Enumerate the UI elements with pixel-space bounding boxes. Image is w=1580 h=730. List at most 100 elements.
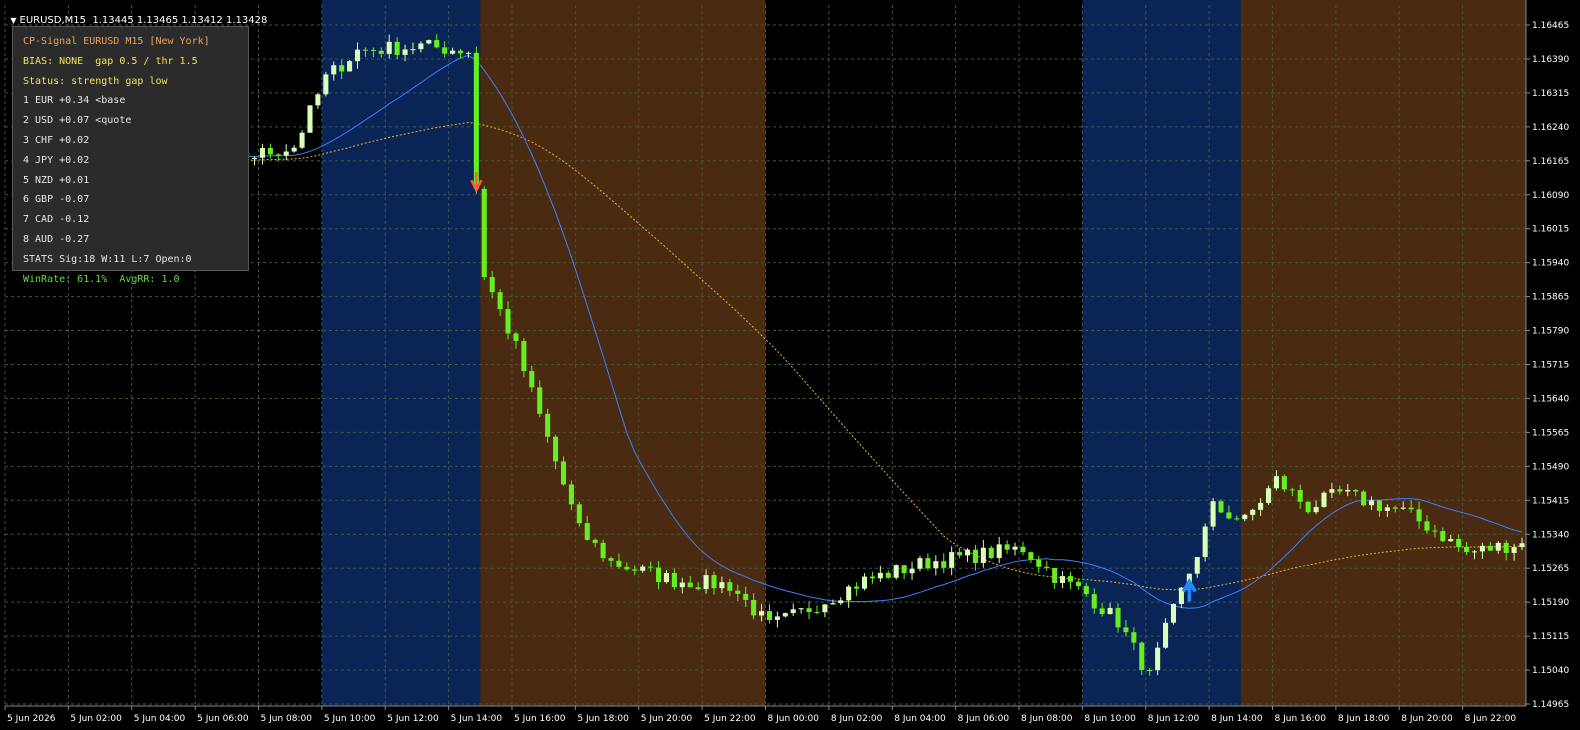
price-label: 1.15190	[1532, 598, 1569, 608]
candle-bull	[909, 568, 915, 574]
candle-bull	[1400, 507, 1406, 509]
candle-bull	[402, 49, 408, 55]
candle-bear	[1432, 530, 1438, 532]
candle-bear	[925, 558, 931, 569]
candle-bear	[711, 575, 717, 589]
candle-bear	[869, 576, 875, 579]
candle-bear	[1139, 642, 1145, 671]
candle-bull	[259, 148, 265, 158]
candle-bear	[529, 371, 535, 388]
candle-bear	[766, 611, 772, 620]
price-label: 1.15265	[1532, 564, 1569, 574]
candle-bear	[1123, 627, 1129, 633]
candle-bear	[505, 309, 511, 334]
time-label: 8 Jun 18:00	[1338, 714, 1390, 724]
candle-bull	[1368, 500, 1375, 506]
time-label: 5 Jun 22:00	[704, 714, 756, 724]
panel-title: CP-Signal EURUSD M15 [New York]	[23, 36, 210, 47]
time-label: 5 Jun 04:00	[134, 714, 186, 724]
price-label: 1.16165	[1532, 157, 1569, 167]
session-newyork	[1240, 0, 1526, 706]
candle-bull	[299, 132, 305, 148]
candle-bear	[751, 599, 757, 616]
candle-bull	[1202, 526, 1208, 558]
candle-bear	[1147, 670, 1153, 672]
time-label: 8 Jun 00:00	[768, 714, 820, 724]
candle-bull	[315, 94, 321, 106]
candle-bull	[1321, 492, 1327, 507]
candle-bear	[806, 608, 812, 612]
candle-bull	[774, 616, 780, 620]
candle-bear	[1361, 491, 1367, 506]
candle-bear	[553, 436, 559, 462]
candle-bull	[964, 549, 971, 556]
candle-bull	[307, 105, 313, 133]
candle-bear	[957, 552, 963, 556]
candle-bull	[347, 61, 353, 72]
candle-bear	[442, 47, 448, 54]
candle-bear	[339, 65, 345, 72]
candle-bull	[1155, 647, 1161, 671]
price-label: 1.16015	[1532, 225, 1569, 235]
symbol-header: ▼ EURUSD,M15 1.13445 1.13465 1.13412 1.13…	[4, 4, 267, 26]
candle-bear	[513, 333, 519, 342]
symbol-name: EURUSD,M15	[19, 15, 86, 26]
candle-bull	[679, 582, 685, 588]
candle-bear	[521, 341, 527, 372]
price-label: 1.16465	[1532, 21, 1569, 31]
candle-bull	[1194, 557, 1200, 574]
time-label: 8 Jun 06:00	[958, 714, 1010, 724]
candle-bull	[1329, 489, 1335, 493]
candle-bull	[1242, 514, 1248, 520]
candle-bear	[1044, 566, 1050, 568]
candle-bull	[418, 43, 424, 50]
candle-bull	[1448, 538, 1454, 542]
collapse-triangle-icon[interactable]: ▼	[10, 16, 16, 25]
candle-bear	[1036, 559, 1042, 567]
candle-bear	[1028, 552, 1034, 560]
candle-bull	[790, 609, 796, 614]
time-label: 8 Jun 12:00	[1148, 714, 1200, 724]
candle-bull	[323, 74, 329, 95]
candle-bull	[386, 41, 392, 54]
candle-bear	[1392, 507, 1398, 509]
candle-bear	[1052, 567, 1058, 584]
price-label: 1.16240	[1532, 123, 1569, 133]
time-label: 8 Jun 02:00	[831, 714, 883, 724]
candle-bull	[822, 604, 828, 613]
candle-bear	[941, 561, 947, 568]
candle-bear	[632, 569, 638, 571]
candle-bull	[703, 575, 709, 590]
candle-bear	[1218, 501, 1224, 513]
time-label: 8 Jun 20:00	[1401, 714, 1453, 724]
candle-bull	[798, 608, 804, 610]
price-label: 1.14965	[1532, 700, 1569, 710]
candle-bear	[695, 587, 701, 590]
candle-bear	[1464, 546, 1470, 553]
candle-bear	[1131, 632, 1137, 643]
price-label: 1.15040	[1532, 666, 1569, 676]
signal-info-panel: CP-Signal EURUSD M15 [New York] BIAS: NO…	[12, 26, 249, 285]
candle-bull	[663, 573, 670, 583]
candle-bear	[457, 50, 464, 54]
time-label: 5 Jun 08:00	[261, 714, 313, 724]
price-label: 1.15415	[1532, 496, 1569, 506]
candle-bull	[331, 65, 337, 75]
candle-bear	[394, 41, 400, 55]
rank-line: 3 CHF +0.02	[23, 134, 90, 146]
time-label: 8 Jun 04:00	[894, 714, 946, 724]
candle-bear	[1083, 586, 1089, 595]
candle-bear	[1234, 518, 1240, 520]
time-label: 8 Jun 10:00	[1084, 714, 1136, 724]
price-label: 1.15640	[1532, 394, 1569, 404]
candle-bull	[1519, 543, 1525, 548]
price-label: 1.16390	[1532, 55, 1569, 65]
candle-bull	[640, 566, 646, 571]
candle-bear	[489, 277, 495, 293]
candle-bear	[671, 573, 677, 588]
candle-bear	[1416, 509, 1422, 522]
candle-bull	[933, 561, 939, 569]
price-label: 1.15565	[1532, 428, 1569, 438]
time-label: 5 Jun 20:00	[641, 714, 693, 724]
session-london	[1082, 0, 1249, 706]
